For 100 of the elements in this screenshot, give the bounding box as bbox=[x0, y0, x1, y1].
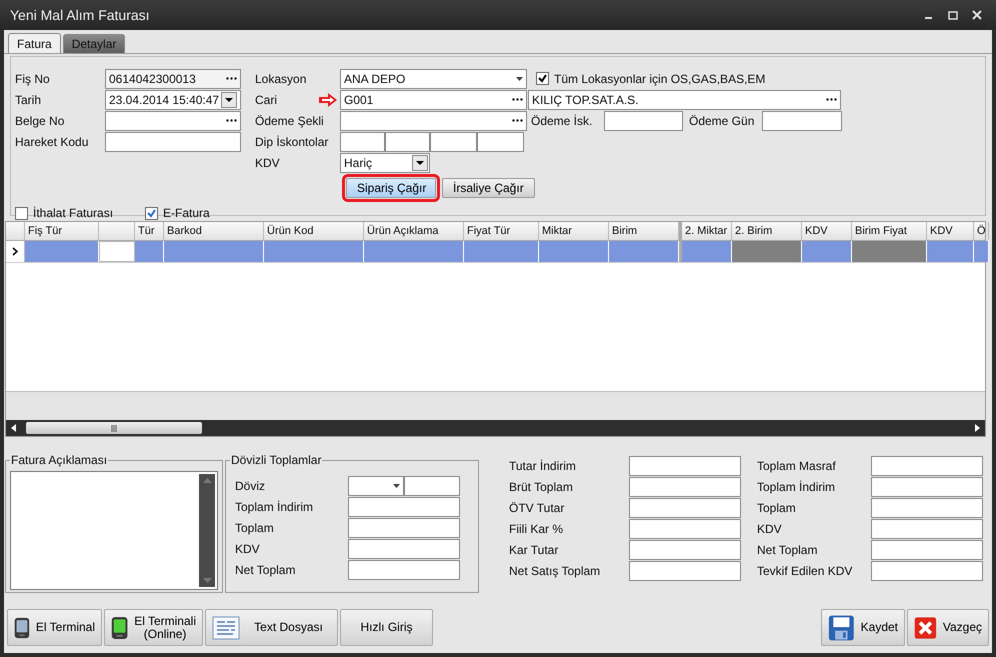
action-button[interactable]: İrsaliye Çağır bbox=[442, 178, 535, 198]
input-field[interactable] bbox=[348, 538, 460, 558]
input-field[interactable] bbox=[871, 456, 983, 476]
column-header[interactable]: Ürün Kod bbox=[264, 222, 364, 240]
discount-field[interactable] bbox=[477, 132, 524, 152]
column-header[interactable]: Ürün Açıklama bbox=[364, 222, 464, 240]
discount-field[interactable] bbox=[385, 132, 430, 152]
column-header[interactable]: Birim bbox=[609, 222, 679, 240]
vat-select[interactable]: Hariç bbox=[340, 152, 430, 172]
field-label: Ödeme İsk. bbox=[530, 114, 594, 128]
field-label: Fiş No bbox=[15, 72, 51, 86]
window-title: Yeni Mal Alım Faturası bbox=[10, 7, 150, 23]
text-area[interactable] bbox=[10, 471, 218, 590]
field-label: ÖTV Tutar bbox=[509, 500, 566, 514]
lookup-field[interactable] bbox=[340, 110, 527, 130]
vertical-scrollbar[interactable] bbox=[199, 474, 215, 587]
column-header[interactable]: KDV bbox=[927, 222, 974, 240]
input-field[interactable] bbox=[629, 560, 741, 580]
toolbar-button[interactable]: Vazgeç bbox=[907, 609, 989, 646]
lookup-field[interactable]: G001 bbox=[340, 90, 527, 110]
field-label: Net Toplam bbox=[234, 562, 296, 576]
field-label: Kar Tutar bbox=[509, 542, 560, 556]
field-label: Toplam İndirim bbox=[234, 500, 314, 514]
input-field[interactable] bbox=[629, 540, 741, 560]
discount-field[interactable] bbox=[340, 132, 385, 152]
ellipsis-icon[interactable] bbox=[226, 119, 237, 122]
ellipsis-icon[interactable] bbox=[226, 77, 237, 80]
field-label: Tutar İndirim bbox=[509, 458, 577, 472]
input-field[interactable] bbox=[871, 476, 983, 496]
dropdown-icon[interactable] bbox=[221, 92, 237, 108]
field-label: Hareket Kodu bbox=[15, 134, 90, 148]
tab[interactable]: Detaylar bbox=[62, 34, 126, 53]
checkbox-label: İthalat Faturası bbox=[33, 206, 114, 220]
column-header[interactable]: Birim Fiyat bbox=[852, 222, 927, 240]
field-label: Belge No bbox=[15, 114, 66, 128]
discount-field[interactable] bbox=[430, 132, 477, 152]
input-field[interactable] bbox=[871, 498, 983, 518]
field-label: Brüt Toplam bbox=[509, 480, 574, 494]
maximize-icon[interactable] bbox=[948, 10, 958, 20]
ellipsis-icon[interactable] bbox=[826, 98, 837, 101]
column-header[interactable]: Tür bbox=[135, 222, 164, 240]
column-header[interactable]: Ö bbox=[974, 222, 989, 240]
input-field[interactable] bbox=[348, 518, 460, 538]
tab[interactable]: Fatura bbox=[8, 33, 61, 53]
close-icon[interactable] bbox=[972, 10, 982, 20]
input-field[interactable] bbox=[629, 476, 741, 496]
grid-cell[interactable] bbox=[99, 241, 135, 262]
column-header[interactable]: Barkod bbox=[164, 222, 264, 240]
column-header[interactable]: 2. Birim bbox=[732, 222, 802, 240]
field-label: Toplam İndirim bbox=[757, 480, 836, 494]
dropdown-icon[interactable] bbox=[412, 154, 428, 170]
checkbox[interactable] bbox=[536, 72, 549, 85]
column-header[interactable]: Fiyat Tür bbox=[464, 222, 539, 240]
input-field[interactable] bbox=[348, 560, 460, 580]
field-label: Toplam bbox=[757, 500, 797, 514]
toolbar-button[interactable]: El Terminali (Online) bbox=[104, 609, 203, 646]
row-pointer-icon bbox=[12, 247, 18, 256]
horizontal-scrollbar[interactable] bbox=[6, 420, 985, 436]
input-field[interactable] bbox=[629, 518, 741, 538]
input-field[interactable] bbox=[105, 132, 241, 152]
checkbox-label: E-Fatura bbox=[163, 206, 210, 220]
input-field[interactable] bbox=[348, 496, 460, 516]
input-field[interactable] bbox=[871, 540, 983, 560]
checkbox[interactable] bbox=[15, 206, 28, 220]
checkbox[interactable] bbox=[145, 206, 158, 220]
scroll-thumb[interactable] bbox=[26, 422, 202, 434]
caret-icon[interactable] bbox=[516, 76, 523, 80]
scroll-left-icon[interactable] bbox=[10, 424, 18, 432]
ellipsis-icon[interactable] bbox=[512, 98, 523, 101]
lookup-field[interactable]: 0614042300013 bbox=[105, 68, 241, 88]
input-field[interactable] bbox=[629, 456, 741, 476]
column-header[interactable]: KDV bbox=[802, 222, 852, 240]
date-field[interactable]: 23.04.2014 15:40:47 bbox=[105, 90, 241, 110]
input-field[interactable] bbox=[404, 476, 460, 496]
lookup-field[interactable]: KILIÇ TOP.SAT.A.S. bbox=[528, 90, 841, 110]
column-header[interactable]: Miktar bbox=[539, 222, 609, 240]
field-label: Net Satış Toplam bbox=[509, 564, 602, 578]
ellipsis-icon[interactable] bbox=[512, 119, 523, 122]
toolbar-button[interactable]: Hızlı Giriş bbox=[340, 609, 433, 646]
input-field[interactable] bbox=[871, 518, 983, 538]
input-field[interactable] bbox=[629, 498, 741, 518]
field-label: KDV bbox=[234, 542, 261, 556]
field-label: Lokasyon bbox=[255, 72, 308, 86]
document-lines-icon bbox=[212, 616, 240, 640]
scroll-down-icon[interactable] bbox=[202, 577, 212, 583]
field-label: Dip İskontolar bbox=[255, 134, 330, 148]
scroll-right-icon[interactable] bbox=[973, 424, 981, 432]
toolbar-button[interactable]: Text Dosyası bbox=[205, 609, 338, 646]
field-label: Döviz bbox=[234, 478, 266, 492]
column-header[interactable]: Fiş Tür bbox=[25, 222, 99, 240]
lookup-field[interactable] bbox=[105, 110, 241, 130]
scroll-up-icon[interactable] bbox=[202, 478, 212, 484]
field-label: Ödeme Gün bbox=[688, 114, 756, 128]
toolbar-button[interactable]: Kaydet bbox=[821, 609, 905, 646]
input-field[interactable] bbox=[604, 110, 683, 130]
caret-icon[interactable] bbox=[393, 484, 400, 488]
input-field[interactable] bbox=[871, 560, 983, 580]
input-field[interactable] bbox=[762, 110, 842, 130]
location-select[interactable]: ANA DEPO bbox=[340, 68, 527, 88]
toolbar-button[interactable]: El Terminal bbox=[7, 609, 102, 646]
